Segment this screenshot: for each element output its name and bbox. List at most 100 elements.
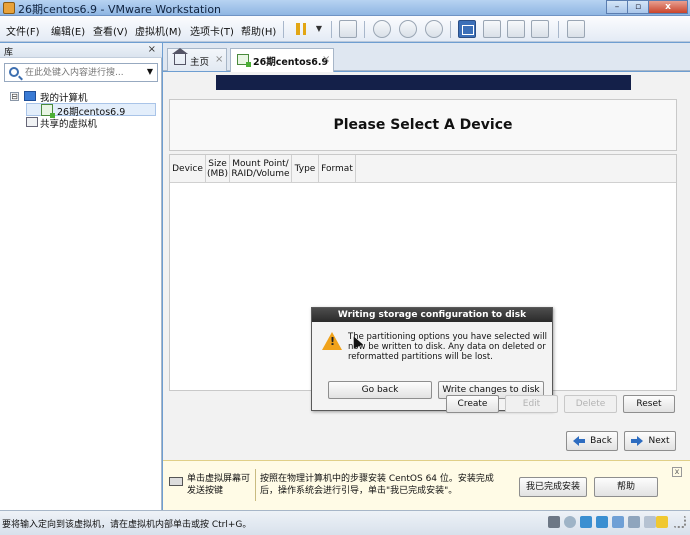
- manage-snapshots-icon[interactable]: [425, 20, 443, 38]
- tree-item-vm-selected[interactable]: 26期centos6.9: [26, 103, 156, 118]
- chevron-down-icon[interactable]: ▼: [147, 67, 153, 76]
- minimize-button[interactable]: –: [606, 0, 628, 14]
- tree-label: 共享的虚拟机: [40, 119, 98, 130]
- toolbar-separator: [450, 21, 451, 38]
- column-mount-point[interactable]: Mount Point/RAID/Volume: [230, 155, 292, 182]
- dialog-message: The partitioning options you have select…: [348, 332, 547, 362]
- edit-button[interactable]: Edit: [505, 395, 558, 413]
- library-header: 库 ×: [0, 43, 162, 58]
- status-bar: 要将输入定向到该虚拟机，请在虚拟机内部单击或按 Ctrl+G。: [0, 510, 690, 535]
- stretch-icon[interactable]: [507, 20, 525, 38]
- status-text: 要将输入定向到该虚拟机，请在虚拟机内部单击或按 Ctrl+G。: [2, 520, 252, 530]
- back-button[interactable]: Back: [566, 431, 618, 451]
- go-back-button[interactable]: Go back: [328, 381, 432, 399]
- cdrom-icon[interactable]: [564, 516, 576, 528]
- sound-icon[interactable]: [612, 516, 624, 528]
- tab-vm[interactable]: 26期centos6.9 ×: [230, 48, 334, 72]
- window-title: 26期centos6.9 - VMware Workstation: [18, 3, 222, 16]
- heading-box: Please Select A Device: [169, 99, 677, 151]
- warning-glyph: !: [330, 335, 336, 348]
- network-icon[interactable]: [580, 516, 592, 528]
- column-label-unit: (MB): [207, 168, 228, 179]
- button-label: Next: [648, 436, 670, 446]
- pause-icon[interactable]: [292, 20, 310, 38]
- column-label-line2: RAID/Volume: [231, 168, 290, 179]
- library-search[interactable]: ▼: [4, 63, 158, 82]
- column-format[interactable]: Format: [319, 155, 356, 182]
- tab-label: 26期centos6.9: [253, 57, 329, 68]
- column-type[interactable]: Type: [292, 155, 319, 182]
- toolbar-separator: [283, 21, 284, 38]
- library-search-input[interactable]: [25, 66, 141, 79]
- message-icon[interactable]: [656, 516, 668, 528]
- library-view-icon[interactable]: [567, 20, 585, 38]
- dropdown-icon[interactable]: ▼: [310, 20, 328, 38]
- vmware-app-icon: [3, 2, 15, 14]
- install-instructions: 按照在物理计算机中的步骤安装 CentOS 64 位。安装完成后，操作系统会进行…: [260, 474, 494, 496]
- installer-banner: [216, 75, 631, 90]
- toolbar-separator: [558, 21, 559, 38]
- vm-console[interactable]: Please Select A Device Device Size (MB) M…: [163, 72, 690, 460]
- vm-icon: [237, 54, 251, 67]
- column-device[interactable]: Device: [170, 155, 206, 182]
- library-panel: 库 × ▼ ⊟ 我的计算机 26期centos6.9 共享的虚拟机: [0, 43, 162, 510]
- computer-icon: [24, 91, 36, 101]
- fullscreen-icon[interactable]: [531, 20, 549, 38]
- menu-view[interactable]: 查看(V): [93, 23, 128, 38]
- menu-edit[interactable]: 编辑(E): [51, 23, 85, 38]
- table-header: Device Size (MB) Mount Point/RAID/Volume …: [170, 155, 676, 183]
- help-button[interactable]: 帮助: [594, 477, 658, 497]
- snapshot-icon[interactable]: [373, 20, 391, 38]
- column-label: Device: [172, 163, 203, 174]
- usb-icon[interactable]: [596, 516, 608, 528]
- display-icon[interactable]: [644, 516, 656, 528]
- tab-label: 主页: [190, 57, 210, 68]
- maximize-button[interactable]: ▫: [627, 0, 649, 14]
- delete-button[interactable]: Delete: [564, 395, 617, 413]
- keyboard-icon: [169, 477, 183, 486]
- library-close-icon[interactable]: ×: [148, 44, 156, 55]
- column-size[interactable]: Size (MB): [206, 155, 230, 182]
- click-to-send-keys-text: 单击虚拟屏幕可发送按键: [187, 474, 251, 496]
- menu-vm[interactable]: 虚拟机(M): [135, 23, 181, 38]
- button-label: Back: [590, 436, 612, 446]
- printer-icon[interactable]: [628, 516, 640, 528]
- close-icon[interactable]: ×: [215, 54, 223, 65]
- tab-home[interactable]: 主页 ×: [167, 48, 227, 71]
- close-window-button[interactable]: x: [648, 0, 688, 14]
- menu-help[interactable]: 帮助(H): [241, 23, 276, 38]
- library-title: 库: [4, 48, 14, 58]
- send-keys-icon[interactable]: [339, 20, 357, 38]
- close-icon[interactable]: x: [672, 467, 682, 477]
- column-label: Format: [321, 163, 353, 174]
- home-icon: [172, 48, 188, 65]
- unity-icon[interactable]: [483, 20, 501, 38]
- menu-toolbar: 文件(F) 编辑(E) 查看(V) 虚拟机(M) 选项卡(T) 帮助(H) ▼: [0, 16, 690, 42]
- toolbar-separator: [331, 21, 332, 38]
- install-done-button[interactable]: 我已完成安装: [519, 477, 587, 497]
- tab-strip: 主页 × 26期centos6.9 ×: [163, 43, 690, 72]
- shared-vm-icon: [26, 117, 38, 127]
- create-button[interactable]: Create: [446, 395, 499, 413]
- vm-icon: [41, 104, 55, 118]
- device-table[interactable]: Device Size (MB) Mount Point/RAID/Volume …: [169, 154, 677, 411]
- arrow-left-icon: [573, 436, 585, 446]
- warning-icon: !: [322, 332, 342, 350]
- collapse-icon[interactable]: ⊟: [10, 92, 19, 101]
- close-icon[interactable]: ×: [322, 54, 330, 65]
- console-view-icon[interactable]: [458, 20, 476, 38]
- revert-snapshot-icon[interactable]: [399, 20, 417, 38]
- menu-tabs[interactable]: 选项卡(T): [190, 23, 234, 38]
- dialog-title: Writing storage configuration to disk: [312, 308, 552, 322]
- column-label: Mount Point/: [232, 158, 289, 169]
- column-label: Type: [294, 163, 316, 174]
- next-button[interactable]: Next: [624, 431, 676, 451]
- page-title: Please Select A Device: [333, 117, 513, 133]
- menu-file[interactable]: 文件(F): [6, 23, 40, 38]
- toolbar-separator: [364, 21, 365, 38]
- hdd-icon[interactable]: [548, 516, 560, 528]
- hint-separator: [255, 469, 256, 501]
- resize-icon[interactable]: [674, 516, 686, 528]
- reset-button[interactable]: Reset: [623, 395, 675, 413]
- window-title-bar: 26期centos6.9 - VMware Workstation – ▫ x: [0, 0, 690, 16]
